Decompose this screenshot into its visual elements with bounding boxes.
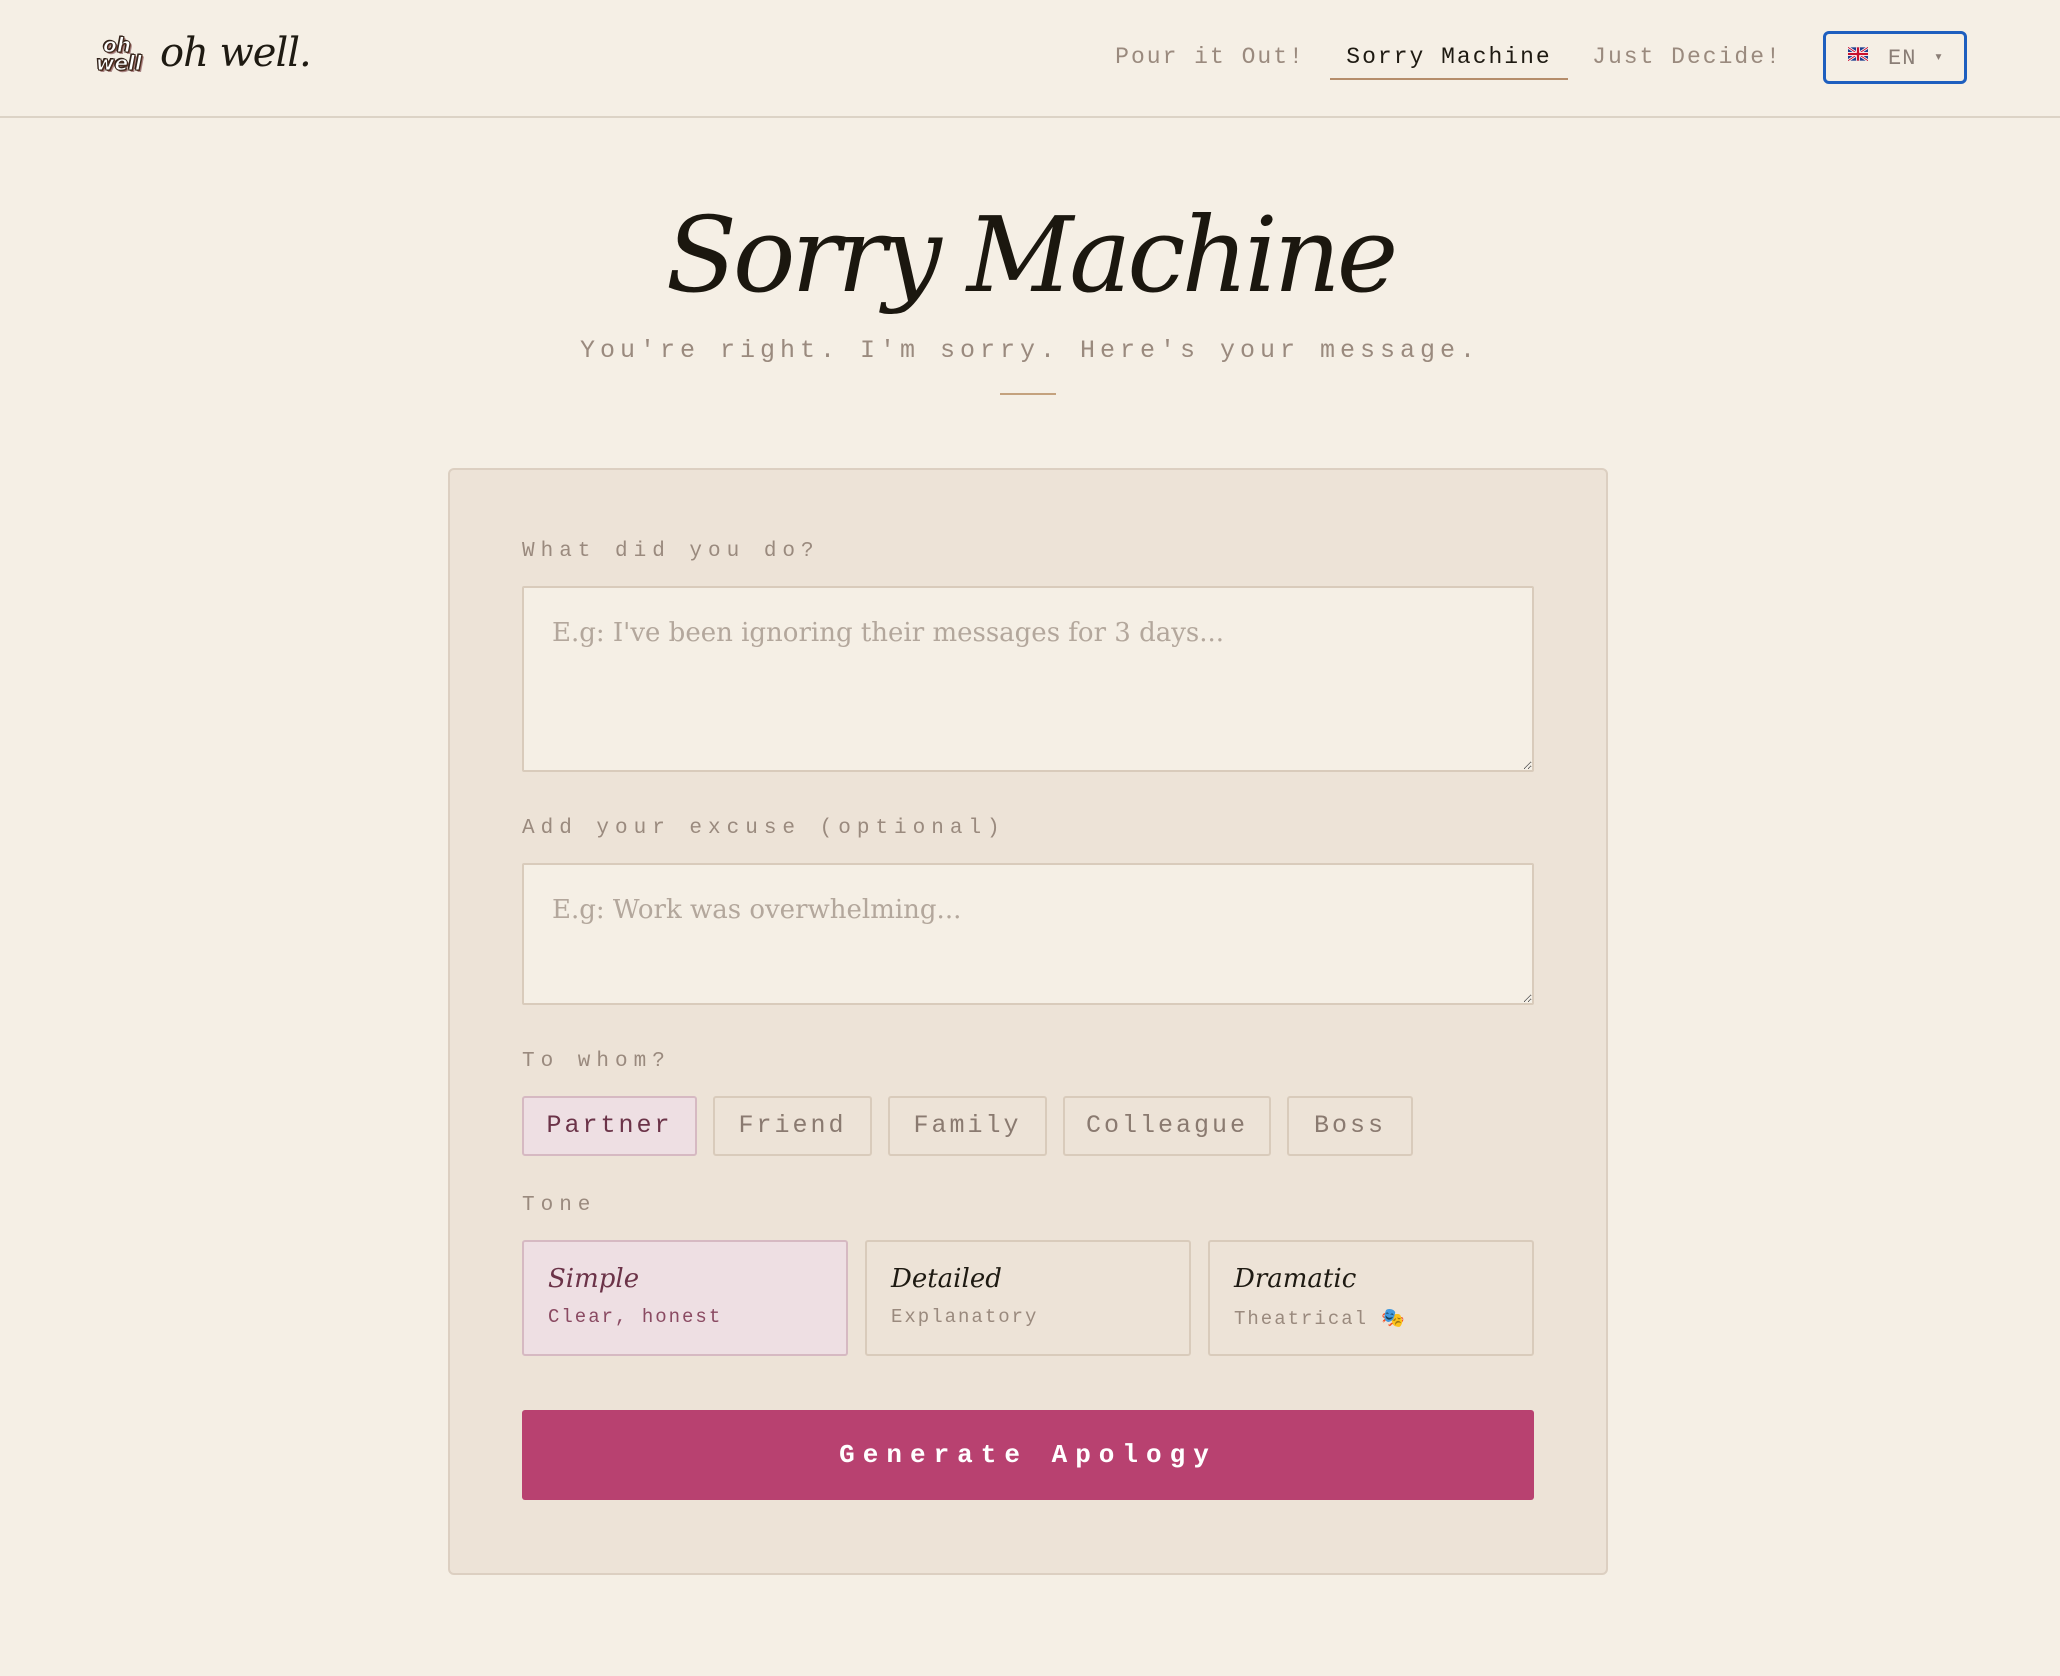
tone-description: Explanatory [891, 1306, 1039, 1328]
nav-link-sorry-machine[interactable]: Sorry Machine [1330, 40, 1568, 80]
generate-apology-button[interactable]: Generate Apology [522, 1410, 1534, 1500]
recipient-chip-boss[interactable]: Boss [1287, 1096, 1413, 1156]
recipient-chip-family[interactable]: Family [888, 1096, 1047, 1156]
recipient-chip-colleague[interactable]: Colleague [1063, 1096, 1271, 1156]
tone-name: Detailed [891, 1264, 1002, 1294]
language-label: EN [1888, 46, 1917, 71]
nav-link-pour-it-out[interactable]: Pour it Out! [1105, 40, 1315, 80]
top-nav-bar: oh well oh well. Pour it Out! Sorry Machi… [0, 0, 2060, 118]
tone-label: Tone [522, 1194, 597, 1217]
brand-name[interactable]: oh well. [160, 30, 312, 76]
chevron-down-icon: ▾ [1934, 49, 1945, 66]
tone-name: Dramatic [1234, 1264, 1357, 1294]
what-did-you-do-label: What did you do? [522, 540, 820, 563]
excuse-label: Add your excuse (optional) [522, 817, 1006, 840]
tone-description: Clear, honest [548, 1306, 723, 1328]
what-did-you-do-input[interactable] [522, 586, 1534, 772]
recipient-chip-partner[interactable]: Partner [522, 1096, 697, 1156]
uk-flag-icon [1848, 47, 1868, 61]
nav-link-just-decide[interactable]: Just Decide! [1582, 40, 1792, 80]
tone-option-dramatic[interactable]: Dramatic Theatrical 🎭 [1208, 1240, 1534, 1356]
logo-icon[interactable]: oh well [96, 35, 143, 80]
title-divider [1000, 393, 1056, 395]
language-selector[interactable]: EN ▾ [1823, 31, 1967, 84]
tone-option-detailed[interactable]: Detailed Explanatory [865, 1240, 1191, 1356]
page-subtitle: You're right. I'm sorry. Here's your mes… [579, 336, 1481, 365]
excuse-input[interactable] [522, 863, 1534, 1005]
tone-name: Simple [548, 1264, 640, 1294]
recipient-chip-friend[interactable]: Friend [713, 1096, 872, 1156]
tone-option-simple[interactable]: Simple Clear, honest [522, 1240, 848, 1356]
to-whom-label: To whom? [522, 1050, 671, 1073]
tone-description: Theatrical 🎭 [1234, 1308, 1408, 1330]
page-title: Sorry Machine [665, 194, 1399, 316]
